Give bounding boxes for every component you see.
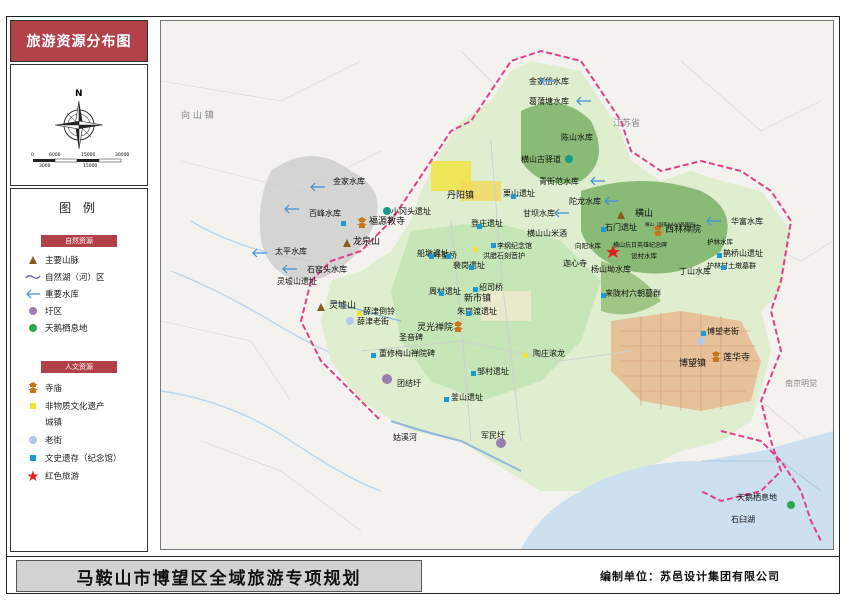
map-canvas[interactable]: 向 山 镇 江苏省 南京明觉 丹阳镇 新市镇 博望镇 龙泉山 灵墟山 横山 金家…	[160, 20, 834, 550]
swan-habitat-icon	[29, 324, 37, 332]
mountain-icon	[29, 256, 37, 264]
scale-sub-1: 15000	[83, 164, 98, 169]
legend-section-cultural: 人文资源	[41, 361, 117, 373]
legend-panel: 图 例 自然资源 主要山脉 自然湖（河）区 重要水库 圩区 天鹅栖息地 人文资源…	[10, 188, 148, 552]
scale-tick-2: 15000	[81, 153, 96, 158]
red-star-icon	[27, 470, 39, 481]
legend-item-red-tourism: 红色旅游	[25, 469, 79, 483]
intangible-heritage-icon	[30, 403, 36, 409]
legend-title: 图 例	[59, 201, 99, 215]
heritage-site-icon	[30, 455, 36, 461]
polder-icon	[29, 307, 37, 315]
scale-sub-0: 3000	[39, 164, 51, 169]
legend-item-lake: 自然湖（河）区	[25, 270, 105, 284]
legend-item-reservoir: 重要水库	[25, 287, 79, 301]
footer-org: 编制单位：苏邑设计集团有限公司	[600, 570, 780, 583]
legend-item-old-street: 老街	[25, 433, 62, 447]
scale-tick-0: 0	[31, 153, 34, 158]
legend-item-swan: 天鹅栖息地	[25, 321, 88, 335]
legend-item-heritage: 文史遗存（纪念馆）	[25, 451, 122, 465]
footer-title: 马鞍山市博望区全域旅游专项规划	[16, 560, 422, 592]
legend-section-natural: 自然资源	[41, 235, 117, 247]
legend-item-town: 城镇	[45, 418, 63, 428]
scale-tick-3: 30000	[115, 153, 130, 158]
legend-item-temple: 寺庙	[25, 381, 62, 395]
legend-item-polder: 圩区	[25, 304, 62, 318]
legend-item-intangible: 非物质文化遗产	[25, 399, 105, 413]
heritage-markers	[341, 155, 795, 509]
sidebar: 旅游资源分布图 N 0 6000 15000 30000 3000 15000 …	[10, 20, 148, 552]
sidebar-title: 旅游资源分布图	[10, 20, 148, 62]
lake-icon	[25, 275, 41, 279]
old-street-icon	[29, 436, 37, 444]
temple-icon	[28, 382, 38, 393]
legend-item-mountain: 主要山脉	[25, 253, 79, 267]
scale-tick-1: 6000	[49, 153, 61, 158]
compass-panel: N 0 6000 15000 30000 3000 15000	[10, 64, 148, 186]
reservoir-icon	[26, 289, 40, 299]
